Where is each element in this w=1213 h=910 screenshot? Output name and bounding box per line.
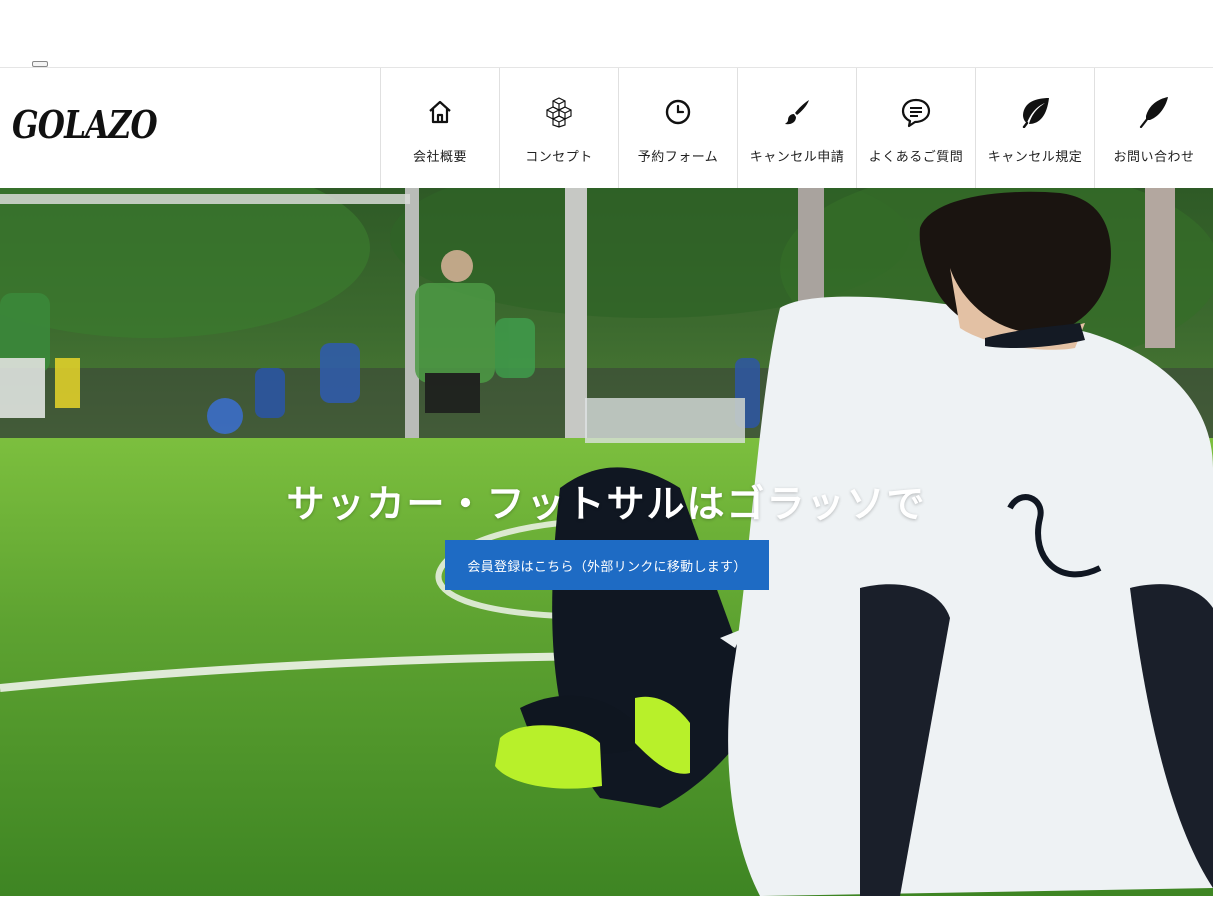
nav-item-reservation[interactable]: 予約フォーム [618,68,737,188]
home-icon [422,94,458,130]
hero-section: サッカー・フットサルはゴラッソで 会員登録はこちら（外部リンクに移動します） [0,188,1213,896]
page-bottom-strip [0,896,1213,910]
nav-item-concept[interactable]: コンセプト [499,68,618,188]
nav-label: 会社概要 [412,150,467,165]
site-logo[interactable]: GOLAZO [12,102,158,147]
brush-icon [779,94,815,130]
nav-label: コンセプト [525,150,593,165]
main-nav: 会社概要 コンセプト 予約フォーム キャンセル申請 よくあるご質問 キャンセル規… [380,68,1213,188]
top-bar [0,0,1213,67]
nav-label: よくあるご質問 [868,150,964,165]
member-register-button[interactable]: 会員登録はこちら（外部リンクに移動します） [445,540,769,590]
cubes-icon [541,94,577,130]
hero-title: サッカー・フットサルはゴラッソで [286,482,927,526]
nav-item-cancel-request[interactable]: キャンセル申請 [737,68,856,188]
nav-item-cancel-policy[interactable]: キャンセル規定 [975,68,1094,188]
feather-icon [1136,94,1172,130]
site-header: GOLAZO 会社概要 コンセプト 予約フォーム キャンセル申請 よくあるご質問… [0,67,1213,188]
leaf-icon [1017,94,1053,130]
chat-bubble-icon [898,94,934,130]
nav-item-company[interactable]: 会社概要 [380,68,499,188]
clock-icon [660,94,696,130]
nav-item-faq[interactable]: よくあるご質問 [856,68,975,188]
nav-label: お問い合わせ [1113,150,1195,165]
nav-item-contact[interactable]: お問い合わせ [1094,68,1213,188]
nav-label: 予約フォーム [637,150,719,165]
nav-label: キャンセル規定 [987,150,1083,165]
nav-label: キャンセル申請 [749,150,845,165]
